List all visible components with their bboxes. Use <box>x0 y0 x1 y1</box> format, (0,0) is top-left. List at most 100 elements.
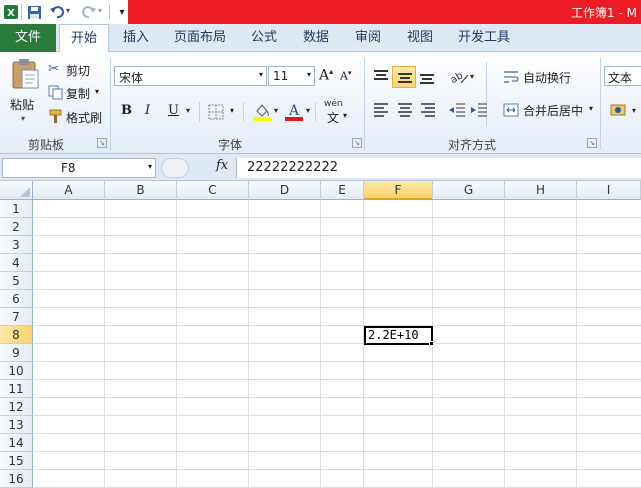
font-name-select[interactable]: 宋体 ▾ <box>114 66 267 86</box>
font-color-button[interactable]: A <box>284 101 304 124</box>
increase-indent-button[interactable] <box>470 102 488 118</box>
align-bottom-button[interactable] <box>418 69 436 85</box>
column-header-c[interactable]: C <box>177 181 249 200</box>
undo-icon[interactable] <box>48 3 66 21</box>
format-painter-icon <box>49 109 62 123</box>
text-orientation-icon: ab <box>449 70 469 86</box>
row-header-11[interactable]: 11 <box>0 380 33 398</box>
tab-page-layout[interactable]: 页面布局 <box>168 24 232 52</box>
redo-dropdown-icon[interactable]: ▾ <box>98 6 102 15</box>
row-header-5[interactable]: 5 <box>0 272 33 290</box>
row-header-14[interactable]: 14 <box>0 434 33 452</box>
borders-icon <box>208 104 224 120</box>
chevron-down-icon: ▾ <box>147 162 152 171</box>
row-header-2[interactable]: 2 <box>0 218 33 236</box>
gridline <box>33 217 641 218</box>
row-header-4[interactable]: 4 <box>0 254 33 272</box>
save-icon[interactable] <box>25 3 43 21</box>
clipboard-launcher-icon[interactable]: ↘ <box>97 138 107 148</box>
borders-button[interactable] <box>208 104 224 123</box>
fill-color-button[interactable] <box>252 101 272 124</box>
svg-text:A: A <box>288 103 300 119</box>
accounting-dropdown-icon[interactable]: ▾ <box>632 106 636 115</box>
phonetic-pinyin: wén <box>324 99 343 109</box>
number-format-select[interactable]: 文本 <box>604 66 641 86</box>
row-header-13[interactable]: 13 <box>0 416 33 434</box>
orientation-button[interactable]: ab <box>448 69 470 86</box>
font-divider <box>315 102 316 122</box>
column-header-e[interactable]: E <box>321 181 364 200</box>
font-color-icon: A <box>285 103 303 121</box>
column-header-a[interactable]: A <box>33 181 105 200</box>
paste-button[interactable]: 粘贴 ▾ <box>6 58 42 134</box>
alignment-launcher-icon[interactable]: ↘ <box>587 138 597 148</box>
gridline <box>33 469 641 470</box>
orientation-dropdown-icon[interactable]: ▾ <box>470 72 474 81</box>
clipboard-group-label: 剪贴板 <box>27 138 64 152</box>
align-right-button[interactable] <box>419 102 437 118</box>
tab-review[interactable]: 审阅 <box>348 24 388 52</box>
shrink-font-button[interactable]: A▾ <box>340 69 356 85</box>
redo-icon[interactable] <box>80 3 98 21</box>
align-middle-button[interactable] <box>392 66 416 88</box>
borders-dropdown-icon[interactable]: ▾ <box>230 106 234 115</box>
tab-home[interactable]: 开始 <box>59 24 109 53</box>
row-header-7[interactable]: 7 <box>0 308 33 326</box>
cut-label: 剪切 <box>66 64 91 78</box>
row-header-6[interactable]: 6 <box>0 290 33 308</box>
underline-dropdown-icon[interactable]: ▾ <box>186 106 190 115</box>
select-all-button[interactable] <box>0 181 33 200</box>
font-size-select[interactable]: 11 ▾ <box>268 66 315 86</box>
row-header-9[interactable]: 9 <box>0 344 33 362</box>
fill-color-dropdown-icon[interactable]: ▾ <box>274 106 278 115</box>
increase-indent-icon <box>471 103 487 117</box>
tab-data[interactable]: 数据 <box>296 24 336 52</box>
font-launcher-icon[interactable]: ↘ <box>352 138 362 148</box>
name-box[interactable]: F8 ▾ <box>2 158 156 178</box>
column-header-f[interactable]: F <box>364 181 433 200</box>
active-cell-f8[interactable]: 2.2E+10 <box>364 326 433 345</box>
underline-button[interactable]: U <box>168 103 182 121</box>
align-bottom-icon <box>420 74 434 84</box>
column-header-g[interactable]: G <box>433 181 505 200</box>
column-header-h[interactable]: H <box>505 181 577 200</box>
excel-logo-icon[interactable]: X <box>2 3 20 21</box>
formula-input[interactable]: 22222222222 <box>236 158 641 178</box>
undo-dropdown-icon[interactable]: ▾ <box>66 6 70 15</box>
fill-handle[interactable] <box>429 341 434 346</box>
insert-function-button[interactable]: fx <box>216 158 228 173</box>
column-header-b[interactable]: B <box>105 181 177 200</box>
align-left-button[interactable] <box>372 102 390 118</box>
row-header-16[interactable]: 16 <box>0 470 33 488</box>
accounting-format-button[interactable] <box>610 102 630 121</box>
column-header-i[interactable]: I <box>577 181 641 200</box>
copy-label: 复制 <box>66 87 91 101</box>
merge-center-label: 合并后居中 <box>523 104 584 118</box>
grow-font-button[interactable]: A▴ <box>319 67 337 85</box>
decrease-indent-button[interactable] <box>448 102 466 118</box>
align-center-button[interactable] <box>396 102 414 118</box>
tab-file[interactable]: 文件 <box>0 24 56 52</box>
gridline <box>33 253 641 254</box>
column-header-d[interactable]: D <box>249 181 321 200</box>
align-top-button[interactable] <box>372 69 390 85</box>
italic-button[interactable]: I <box>145 103 159 121</box>
qa-divider <box>109 4 110 20</box>
row-header-1[interactable]: 1 <box>0 200 33 218</box>
row-header-12[interactable]: 12 <box>0 398 33 416</box>
font-group-label: 字体 <box>217 138 242 152</box>
tab-view[interactable]: 视图 <box>400 24 440 52</box>
row-header-3[interactable]: 3 <box>0 236 33 254</box>
tab-insert[interactable]: 插入 <box>116 24 156 52</box>
copy-dropdown-icon: ▾ <box>95 87 100 96</box>
formula-bar-splitter[interactable] <box>161 158 189 178</box>
row-header-8[interactable]: 8 <box>0 326 33 344</box>
copy-button[interactable]: 复制 ▾ <box>48 84 104 102</box>
phonetic-guide-button[interactable]: wén 文 ▾ <box>324 99 354 125</box>
tab-formulas[interactable]: 公式 <box>244 24 284 52</box>
tab-developer[interactable]: 开发工具 <box>452 24 516 52</box>
font-color-dropdown-icon[interactable]: ▾ <box>306 106 310 115</box>
bold-button[interactable]: B <box>121 103 135 121</box>
row-header-15[interactable]: 15 <box>0 452 33 470</box>
row-header-10[interactable]: 10 <box>0 362 33 380</box>
